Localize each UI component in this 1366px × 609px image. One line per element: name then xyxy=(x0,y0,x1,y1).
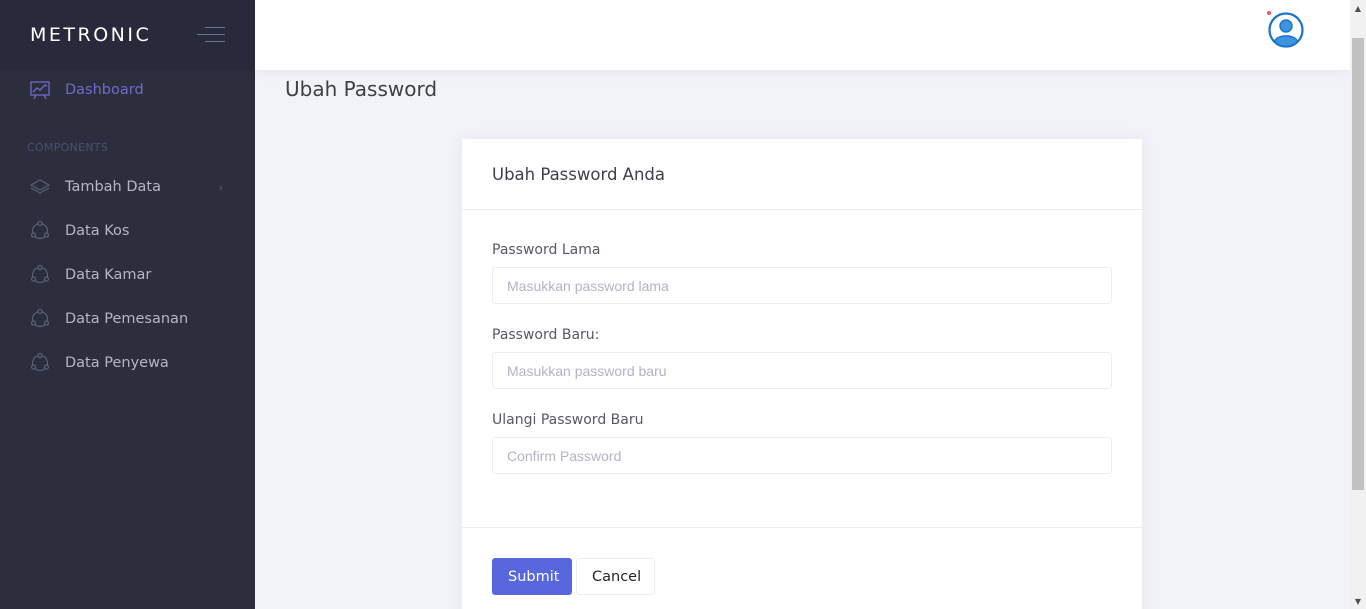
sidebar: METRONIC Dashboard COMPONENTS Tambah Dat… xyxy=(0,0,255,609)
scrollbar-thumb[interactable] xyxy=(1352,38,1364,490)
scroll-up-arrow-icon[interactable]: ▲ xyxy=(1350,0,1366,16)
submit-button[interactable]: Submit xyxy=(492,558,572,595)
sidebar-item-label: Data Pemesanan xyxy=(65,311,189,327)
chart-board-icon xyxy=(30,80,50,100)
circle-dots-icon xyxy=(30,265,50,285)
page-scrollbar[interactable]: ▲ ▼ xyxy=(1350,0,1366,609)
new-password-input[interactable] xyxy=(492,352,1112,389)
card-title: Ubah Password Anda xyxy=(492,164,666,184)
chevron-right-icon: › xyxy=(218,180,223,194)
sidebar-toggle-icon[interactable] xyxy=(197,27,225,43)
sidebar-item-data-penyewa[interactable]: Data Penyewa xyxy=(0,341,255,385)
confirm-password-input[interactable] xyxy=(492,437,1112,474)
password-form-card: Ubah Password Anda Password Lama Passwor… xyxy=(462,139,1142,609)
sidebar-item-label: Data Kamar xyxy=(65,267,152,283)
confirm-password-group: Ulangi Password Baru xyxy=(492,412,1112,474)
sidebar-item-data-kamar[interactable]: Data Kamar xyxy=(0,253,255,297)
circle-dots-icon xyxy=(30,221,50,241)
sidebar-item-dashboard[interactable]: Dashboard xyxy=(0,70,255,110)
layers-icon xyxy=(30,177,50,197)
old-password-label: Password Lama xyxy=(492,242,601,258)
sidebar-item-label: Data Kos xyxy=(65,223,130,239)
cancel-button[interactable]: Cancel xyxy=(576,558,655,595)
circle-dots-icon xyxy=(30,309,50,329)
card-header: Ubah Password Anda xyxy=(462,139,1142,210)
sidebar-item-tambah-data[interactable]: Tambah Data › xyxy=(0,165,255,209)
confirm-password-label: Ulangi Password Baru xyxy=(492,412,644,428)
top-header xyxy=(255,0,1350,70)
scroll-down-arrow-icon[interactable]: ▼ xyxy=(1350,593,1366,609)
new-password-group: Password Baru: xyxy=(492,327,1112,389)
page-title: Ubah Password xyxy=(285,77,438,101)
user-avatar-icon[interactable] xyxy=(1268,12,1304,48)
sidebar-item-label: Dashboard xyxy=(65,82,144,98)
sidebar-item-label: Tambah Data xyxy=(65,179,161,195)
sidebar-item-data-pemesanan[interactable]: Data Pemesanan xyxy=(0,297,255,341)
circle-dots-icon xyxy=(30,353,50,373)
brand-logo[interactable]: METRONIC xyxy=(30,24,151,46)
sidebar-item-data-kos[interactable]: Data Kos xyxy=(0,209,255,253)
old-password-input[interactable] xyxy=(492,267,1112,304)
sidebar-menu-components: Tambah Data › Data Kos Data Kamar Data P… xyxy=(0,165,255,385)
new-password-label: Password Baru: xyxy=(492,327,600,343)
card-body: Password Lama Password Baru: Ulangi Pass… xyxy=(462,210,1142,528)
old-password-group: Password Lama xyxy=(492,242,1112,304)
sidebar-menu: Dashboard xyxy=(0,70,255,110)
brand-bar: METRONIC xyxy=(0,0,255,70)
card-footer: Submit Cancel xyxy=(462,528,1142,609)
sidebar-item-label: Data Penyewa xyxy=(65,355,169,371)
section-title-components: COMPONENTS xyxy=(27,141,109,154)
